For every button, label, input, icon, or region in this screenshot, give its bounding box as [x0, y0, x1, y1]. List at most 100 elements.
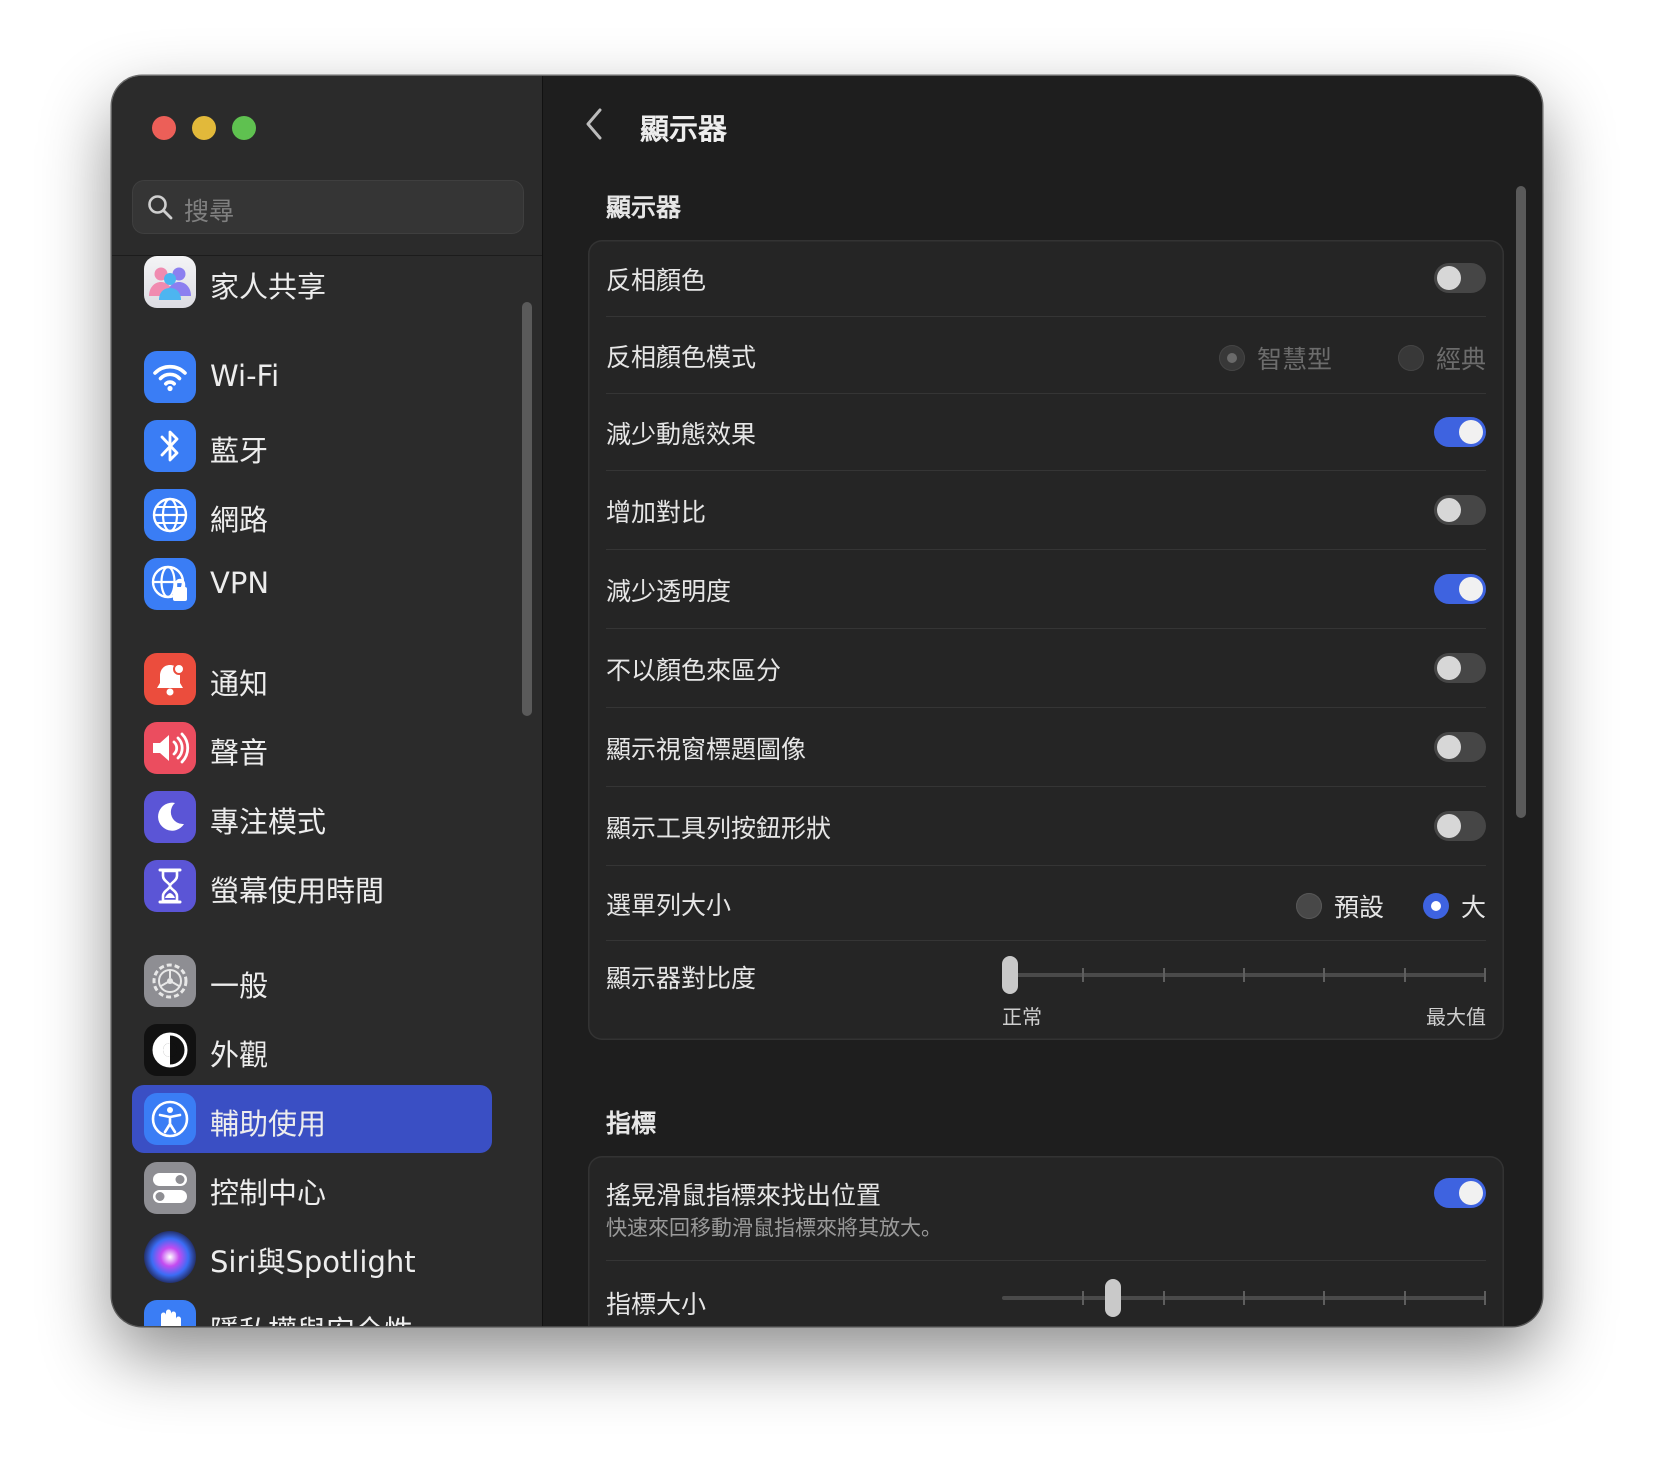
sidebar-item-wifi[interactable]: Wi-Fi — [132, 343, 492, 411]
sidebar-item-label: 隱私權與安全性 — [210, 1308, 413, 1326]
display-contrast-slider[interactable] — [1002, 955, 1486, 995]
sidebar-item-bluetooth[interactable]: 藍牙 — [132, 412, 492, 480]
row-reduce-motion: 減少動態效果 — [588, 394, 1504, 470]
menu-bar-size-default-radio[interactable]: 預設 — [1295, 888, 1384, 924]
sidebar-item-label: 聲音 — [210, 736, 269, 770]
sidebar-item-label: 家人共享 — [210, 270, 327, 304]
invert-mode-smart-radio[interactable]: 智慧型 — [1218, 340, 1332, 376]
siri-icon — [144, 1231, 196, 1283]
slider-thumb[interactable] — [1105, 1279, 1121, 1317]
sidebar-item-label: VPN — [210, 566, 270, 600]
slider-tick — [1082, 1291, 1084, 1305]
row-display-contrast: 顯示器對比度 正常 最大值 — [588, 941, 1504, 1040]
back-chevron-icon[interactable] — [580, 104, 610, 144]
sidebar-item-family[interactable]: 家人共享 — [132, 248, 492, 316]
main-scrollbar[interactable] — [1516, 186, 1526, 818]
differentiate-without-color-toggle[interactable] — [1434, 653, 1486, 683]
bell-icon — [144, 653, 196, 705]
row-invert-mode: 反相顏色模式 智慧型 經典 — [588, 317, 1504, 393]
sidebar-item-sound[interactable]: 聲音 — [132, 714, 492, 782]
search-icon — [148, 195, 173, 220]
sidebar-item-label: 外觀 — [210, 1038, 269, 1072]
radio-button — [1295, 893, 1322, 919]
hourglass-icon — [144, 860, 196, 912]
section-header-display: 顯示器 — [606, 193, 682, 222]
sidebar-item-label: 一般 — [210, 969, 269, 1003]
close-window-button[interactable] — [152, 116, 176, 140]
row-label: 減少透明度 — [606, 577, 732, 606]
increase-contrast-toggle[interactable] — [1434, 495, 1486, 525]
globe-icon — [144, 489, 196, 541]
sidebar-item-label: 專注模式 — [210, 805, 327, 839]
radio-label: 經典 — [1435, 345, 1486, 374]
slider-tick — [1323, 1291, 1325, 1305]
slider-thumb[interactable] — [1002, 956, 1018, 994]
sidebar-item-label: 通知 — [210, 667, 269, 701]
sidebar-item-appearance[interactable]: 外觀 — [132, 1016, 492, 1084]
row-toolbar-button-shapes: 顯示工具列按鈕形狀 — [588, 787, 1504, 865]
slider-tick — [1404, 968, 1406, 982]
search-placeholder: 搜尋 — [184, 197, 235, 226]
sidebar-item-network[interactable]: 網路 — [132, 481, 492, 549]
row-menu-bar-size: 選單列大小 預設 大 — [588, 866, 1504, 940]
invert-mode-classic-radio[interactable]: 經典 — [1397, 340, 1486, 376]
sidebar-item-general[interactable]: 一般 — [132, 947, 492, 1015]
family-icon — [144, 256, 196, 308]
sidebar-item-label: 螢幕使用時間 — [210, 874, 385, 908]
slider-max-label: 最大值 — [1426, 1005, 1486, 1029]
slider-tick — [1163, 1291, 1165, 1305]
row-label: 增加對比 — [606, 498, 707, 527]
sidebar-item-accessibility[interactable]: 輔助使用 — [132, 1085, 492, 1153]
minimize-window-button[interactable] — [192, 116, 216, 140]
sidebar-item-vpn[interactable]: VPN — [132, 550, 492, 618]
row-label: 顯示工具列按鈕形狀 — [606, 814, 832, 843]
sidebar-item-label: 控制中心 — [210, 1176, 327, 1210]
bluetooth-icon — [144, 420, 196, 472]
reduce-transparency-toggle[interactable] — [1434, 574, 1486, 604]
slider-tick — [1323, 968, 1325, 982]
settings-window: 搜尋 家人共享 Wi-Fi 藍牙 網路 VPN 通知 聲音 專注模式 螢幕使用時… — [112, 76, 1542, 1326]
sidebar-item-privacy[interactable]: 隱私權與安全性 — [132, 1292, 492, 1326]
page-title: 顯示器 — [640, 112, 728, 146]
slider-tick — [1243, 968, 1245, 982]
reduce-motion-toggle[interactable] — [1434, 417, 1486, 447]
section-header-pointer: 指標 — [606, 1109, 657, 1138]
accessibility-icon — [144, 1093, 196, 1145]
invert-colors-toggle[interactable] — [1434, 263, 1486, 293]
shake-to-locate-toggle[interactable] — [1434, 1178, 1486, 1208]
radio-button — [1422, 893, 1449, 919]
zoom-window-button[interactable] — [232, 116, 256, 140]
row-label: 反相顏色模式 — [606, 343, 757, 372]
row-label: 反相顏色 — [606, 266, 707, 295]
sidebar-item-focus[interactable]: 專注模式 — [132, 783, 492, 851]
radio-button — [1218, 345, 1245, 371]
sidebar-item-screen-time[interactable]: 螢幕使用時間 — [132, 852, 492, 920]
pointer-size-slider[interactable] — [1002, 1278, 1486, 1318]
sidebar-item-notifications[interactable]: 通知 — [132, 645, 492, 713]
window-title-icons-toggle[interactable] — [1434, 732, 1486, 762]
row-label: 指標大小 — [606, 1290, 707, 1319]
search-field[interactable]: 搜尋 — [132, 180, 524, 234]
speaker-icon — [144, 722, 196, 774]
row-label: 不以顏色來區分 — [606, 656, 782, 685]
sidebar-item-control-center[interactable]: 控制中心 — [132, 1154, 492, 1222]
slider-tick — [1484, 1291, 1486, 1305]
sidebar-scrollbar[interactable] — [522, 302, 532, 716]
slider-tick — [1163, 968, 1165, 982]
moon-icon — [144, 791, 196, 843]
radio-label: 智慧型 — [1256, 345, 1332, 374]
slider-tick — [1243, 1291, 1245, 1305]
row-label: 顯示器對比度 — [606, 964, 757, 993]
row-reduce-transparency: 減少透明度 — [588, 550, 1504, 628]
display-settings-group: 反相顏色 反相顏色模式 智慧型 經典 減少動態效果 增加對比 減少透明度 不以顏… — [588, 240, 1504, 1040]
hand-icon — [144, 1300, 196, 1326]
gear-icon — [144, 955, 196, 1007]
sidebar-item-label: Siri與Spotlight — [210, 1245, 416, 1279]
menu-bar-size-large-radio[interactable]: 大 — [1422, 888, 1486, 924]
sidebar-item-siri[interactable]: Siri與Spotlight — [132, 1223, 492, 1291]
toolbar-button-shapes-toggle[interactable] — [1434, 811, 1486, 841]
main-pane: 顯示器 顯示器 反相顏色 反相顏色模式 智慧型 經典 減少動態效果 增加對比 減… — [544, 76, 1542, 1326]
slider-min-label: 正常 — [1002, 1005, 1042, 1029]
slider-tick — [1404, 1291, 1406, 1305]
sidebar: 搜尋 家人共享 Wi-Fi 藍牙 網路 VPN 通知 聲音 專注模式 螢幕使用時… — [112, 76, 543, 1326]
